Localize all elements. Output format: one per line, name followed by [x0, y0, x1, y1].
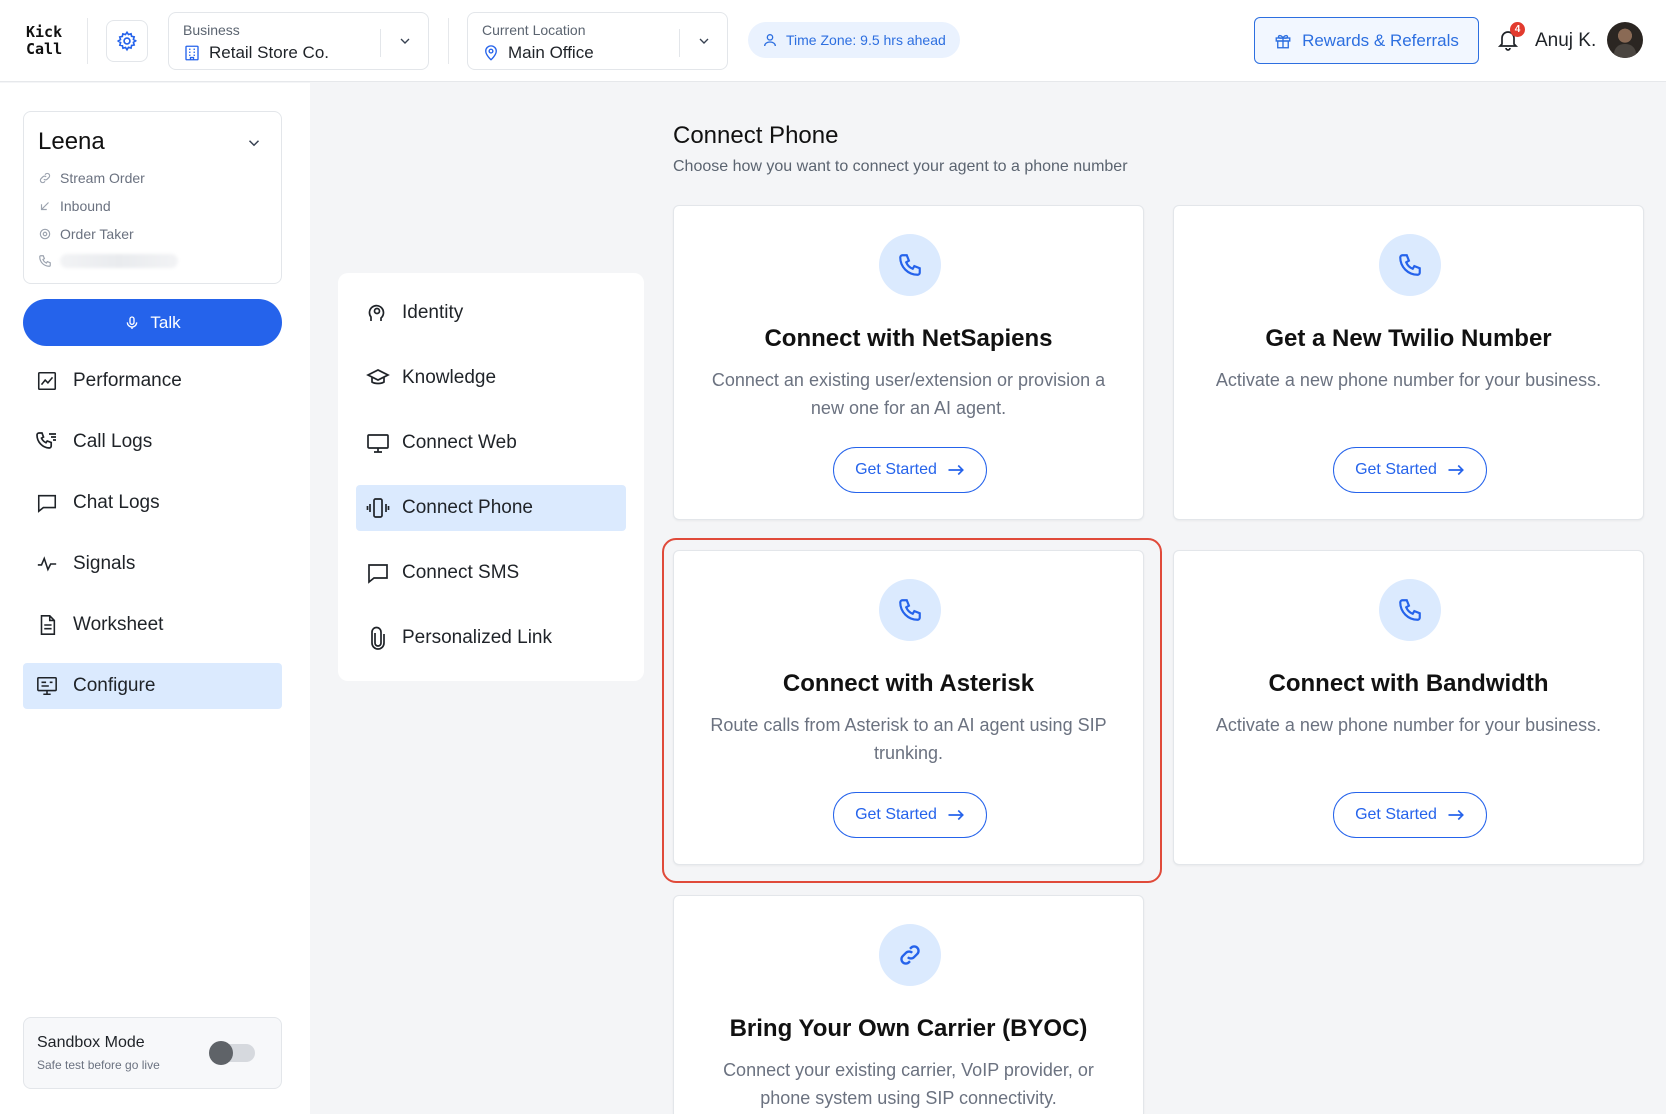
agent-meta-stream: Stream Order	[38, 170, 145, 186]
talk-button[interactable]: Talk	[23, 299, 282, 346]
notification-count-badge: 4	[1510, 22, 1525, 37]
chat-icon	[37, 494, 57, 513]
sandbox-mode-panel: Sandbox Mode Safe test before go live	[23, 1017, 282, 1089]
location-selector[interactable]: Current Location Main Office	[467, 12, 728, 70]
user-name[interactable]: Anuj K.	[1535, 30, 1596, 52]
timezone-badge: Time Zone: 9.5 hrs ahead	[748, 22, 960, 58]
location-pin-icon	[485, 45, 497, 61]
subnav-item-identity[interactable]: Identity	[356, 290, 626, 336]
sidebar-item-performance[interactable]: Performance	[23, 358, 282, 404]
netsapiens-card: Connect with NetSapiens Connect an exist…	[673, 205, 1144, 520]
card-description: Connect an existing user/extension or pr…	[711, 370, 1106, 418]
building-icon	[185, 45, 199, 61]
highlight-annotation	[662, 538, 1162, 883]
chevron-down-icon	[248, 140, 260, 147]
phone-icon	[1399, 599, 1421, 621]
divider	[448, 18, 449, 64]
get-started-button[interactable]: Get Started	[1333, 447, 1487, 493]
chevron-down-icon	[400, 38, 410, 44]
configure-subnav: Identity Knowledge Connect Web Connect P…	[338, 273, 644, 681]
sidebar-item-signals[interactable]: Signals	[23, 541, 282, 587]
subnav-item-connect-phone[interactable]: Connect Phone	[356, 485, 626, 531]
cog-icon	[39, 228, 51, 240]
top-bar: Kick Call Business Retail Store Co. Curr…	[0, 0, 1666, 82]
gear-icon	[116, 30, 138, 52]
chevron-down-icon	[699, 38, 709, 44]
paperclip-icon	[371, 626, 385, 650]
user-icon	[764, 34, 776, 47]
sandbox-toggle[interactable]	[209, 1041, 255, 1065]
byoc-card: Bring Your Own Carrier (BYOC) Connect yo…	[673, 895, 1144, 1114]
notifications-button[interactable]: 4	[1496, 22, 1525, 54]
subnav-item-personalized-link[interactable]: Personalized Link	[356, 615, 626, 661]
subnav-item-connect-web[interactable]: Connect Web	[356, 420, 626, 466]
sidebar-item-worksheet[interactable]: Worksheet	[23, 602, 282, 648]
card-title: Connect with NetSapiens	[764, 325, 1053, 352]
subnav-item-knowledge[interactable]: Knowledge	[356, 355, 626, 401]
phone-icon	[899, 254, 921, 276]
link-icon	[39, 172, 51, 184]
business-name: Retail Store Co.	[209, 43, 329, 62]
settings-button[interactable]	[106, 20, 148, 62]
card-title: Connect with Bandwidth	[1268, 670, 1549, 697]
message-icon	[368, 564, 388, 584]
rewards-referrals-button[interactable]: Rewards & Referrals	[1254, 17, 1479, 64]
card-title: Get a New Twilio Number	[1265, 325, 1552, 352]
card-description: Activate a new phone number for your bus…	[1215, 715, 1602, 735]
arrow-right-icon	[948, 464, 964, 476]
divider	[87, 18, 88, 64]
link-icon	[900, 945, 920, 965]
head-gear-icon	[368, 304, 385, 321]
kickcall-logo[interactable]: Kick Call	[26, 24, 62, 58]
card-description: Activate a new phone number for your bus…	[1215, 370, 1602, 390]
document-icon	[40, 615, 56, 635]
phone-number-redacted	[60, 254, 178, 268]
monitor-icon	[367, 434, 389, 453]
agent-meta-role: Order Taker	[38, 226, 134, 242]
subnav-item-connect-sms[interactable]: Connect SMS	[356, 550, 626, 596]
gift-icon	[1275, 34, 1291, 48]
card-description: Connect your existing carrier, VoIP prov…	[723, 1060, 1094, 1108]
pulse-icon	[37, 556, 57, 572]
agent-meta-direction: Inbound	[38, 198, 111, 214]
sidebar-item-chat-logs[interactable]: Chat Logs	[23, 480, 282, 526]
get-started-button[interactable]: Get Started	[833, 447, 987, 493]
graduation-cap-icon	[366, 369, 390, 385]
microphone-icon	[127, 315, 138, 329]
agent-meta-phone	[38, 254, 178, 268]
sidebar-item-call-logs[interactable]: Call Logs	[23, 419, 282, 465]
twilio-card: Get a New Twilio Number Activate a new p…	[1173, 205, 1644, 520]
phone-vibrate-icon	[366, 498, 390, 518]
chart-icon	[37, 371, 57, 391]
arrow-right-icon	[1448, 809, 1464, 821]
card-title: Bring Your Own Carrier (BYOC)	[729, 1015, 1088, 1042]
phone-list-icon	[36, 432, 56, 449]
bandwidth-card: Connect with Bandwidth Activate a new ph…	[1173, 550, 1644, 865]
arrow-right-icon	[1448, 464, 1464, 476]
monitor-settings-icon	[37, 676, 57, 696]
page-title: Connect Phone	[673, 122, 839, 149]
avatar[interactable]	[1607, 22, 1643, 58]
location-name: Main Office	[508, 43, 594, 62]
sidebar-item-configure[interactable]: Configure	[23, 663, 282, 709]
agent-name: Leena	[38, 128, 105, 155]
arrow-inbound-icon	[40, 202, 49, 211]
phone-icon	[1399, 254, 1421, 276]
page-subtitle: Choose how you want to connect your agen…	[673, 158, 1128, 175]
business-selector[interactable]: Business Retail Store Co.	[168, 12, 429, 70]
agent-selector[interactable]: Leena Stream Order Inbound Order Taker	[23, 111, 282, 284]
get-started-button[interactable]: Get Started	[1333, 792, 1487, 838]
phone-icon	[39, 255, 51, 267]
sidebar: Leena Stream Order Inbound Order Taker T…	[0, 83, 310, 1114]
